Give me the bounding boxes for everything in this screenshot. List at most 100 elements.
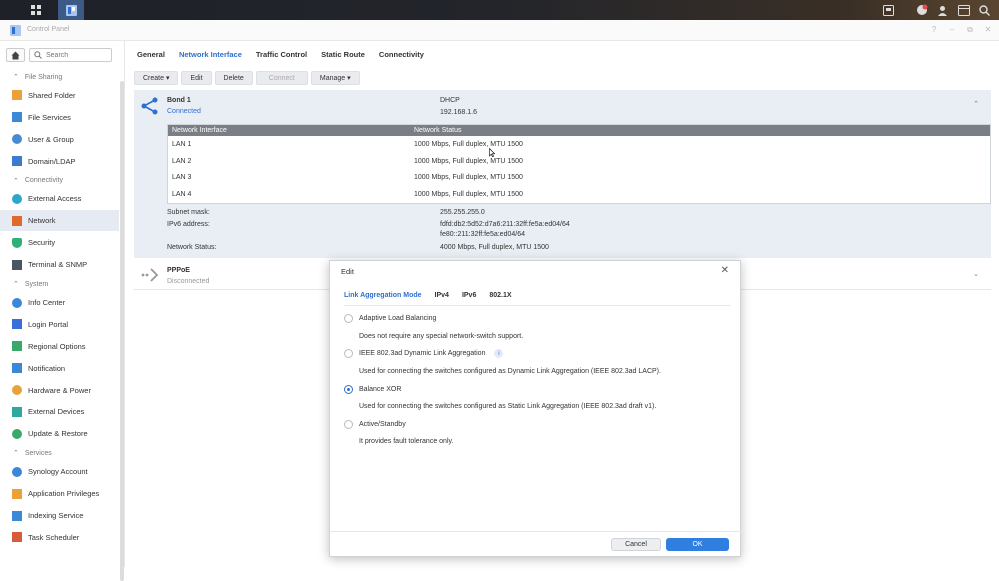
sidebar-item-hardware-power[interactable]: Hardware & Power — [0, 380, 119, 401]
table-row[interactable]: LAN 2 1000 Mbps, Full duplex, MTU 1500 — [168, 153, 990, 170]
radio-button[interactable] — [344, 420, 353, 429]
home-button[interactable] — [6, 48, 25, 62]
sidebar-item-regional-options[interactable]: Regional Options — [0, 336, 119, 357]
ipv6-value-link-local: fe80::211:32ff:fe5a:ed04/64 — [440, 231, 525, 238]
search-icon[interactable] — [976, 2, 993, 19]
tab-static-route[interactable]: Static Route — [321, 50, 365, 59]
column-header-interface: Network Interface — [172, 127, 227, 134]
sidebar-section-connectivity[interactable]: ⌃ Connectivity — [0, 174, 119, 188]
control-panel-taskbar-button[interactable] — [58, 0, 84, 20]
sidebar-item-file-services[interactable]: File Services — [0, 107, 119, 128]
create-button[interactable]: Create ▾ — [134, 71, 179, 85]
sidebar-item-synology-account[interactable]: Synology Account — [0, 461, 119, 482]
bond-ip-mode: DHCP — [440, 97, 460, 104]
login-portal-icon — [12, 319, 22, 330]
dialog-tab-bar: Link Aggregation Mode IPv4 IPv6 802.1X — [344, 292, 512, 299]
sidebar-section-system[interactable]: ⌃ System — [0, 277, 119, 291]
sidebar-list: ⌃ File Sharing Shared Folder File Service… — [0, 68, 119, 548]
tab-8021x[interactable]: 802.1X — [489, 292, 511, 299]
tab-general[interactable]: General — [137, 50, 165, 59]
help-icon[interactable]: ? — [929, 25, 939, 35]
shield-icon — [12, 237, 22, 248]
tab-bar: General Network Interface Traffic Contro… — [137, 50, 424, 59]
bond-interface-table: Network Interface Network Status LAN 1 10… — [167, 124, 991, 204]
option-adaptive-load-balancing[interactable]: Adaptive Load Balancing — [344, 314, 436, 323]
sidebar-item-network[interactable]: Network — [0, 210, 119, 232]
file-services-icon — [12, 112, 22, 123]
info-icon[interactable]: i — [494, 349, 504, 358]
sidebar-item-user-group[interactable]: User & Group — [0, 129, 119, 150]
pppoe-name: PPPoE — [167, 267, 190, 274]
tab-network-interface[interactable]: Network Interface — [179, 50, 242, 59]
option-description: Used for connecting the switches configu… — [359, 403, 657, 410]
tab-traffic-control[interactable]: Traffic Control — [256, 50, 307, 59]
chevron-up-icon: ⌃ — [13, 450, 19, 458]
sidebar-section-file-sharing[interactable]: ⌃ File Sharing — [0, 70, 119, 84]
sidebar-item-external-access[interactable]: External Access — [0, 188, 119, 209]
sidebar-scrollbar[interactable] — [120, 81, 124, 581]
sidebar-item-security[interactable]: Security — [0, 232, 119, 253]
radio-button[interactable] — [344, 349, 353, 358]
subnet-label: Subnet mask: — [167, 209, 210, 216]
sidebar-item-domain-ldap[interactable]: Domain/LDAP — [0, 151, 119, 172]
ok-button[interactable]: OK — [666, 538, 729, 551]
option-active-standby[interactable]: Active/Standby — [344, 420, 406, 429]
radio-button[interactable] — [344, 314, 353, 323]
connect-button[interactable]: Connect — [255, 71, 308, 85]
expand-chevron-icon[interactable]: ⌄ — [973, 270, 979, 278]
sidebar-item-indexing-service[interactable]: Indexing Service — [0, 505, 119, 526]
terminal-icon — [12, 259, 22, 270]
regional-options-icon — [12, 341, 22, 352]
taskbar-window-icon[interactable] — [955, 2, 972, 19]
window-title: Control Panel — [27, 26, 70, 33]
chevron-up-icon: ⌃ — [13, 177, 19, 185]
option-ieee-8023ad-dynamic[interactable]: IEEE 802.3ad Dynamic Link Aggregation i — [344, 349, 504, 358]
tab-link-aggregation-mode[interactable]: Link Aggregation Mode — [344, 292, 422, 299]
collapse-chevron-icon[interactable]: ⌃ — [973, 100, 979, 108]
sidebar-item-application-privileges[interactable]: Application Privileges — [0, 483, 119, 504]
option-balance-xor[interactable]: Balance XOR — [344, 385, 401, 394]
sidebar-item-task-scheduler[interactable]: Task Scheduler — [0, 527, 119, 548]
minimize-icon[interactable]: – — [947, 25, 957, 35]
sidebar-section-services[interactable]: ⌃ Services — [0, 446, 119, 460]
notification-icon[interactable] — [913, 2, 930, 19]
manage-button[interactable]: Manage ▾ — [310, 71, 360, 85]
sidebar-item-external-devices[interactable]: External Devices — [0, 401, 119, 422]
subnet-value: 255.255.255.0 — [440, 209, 485, 216]
edit-dialog: Edit ✕ Link Aggregation Mode IPv4 IPv6 8… — [329, 260, 742, 557]
window-titlebar: Control Panel ? – ⧉ ✕ — [0, 20, 999, 41]
close-icon[interactable]: ✕ — [983, 25, 993, 35]
search-field[interactable] — [29, 48, 112, 62]
taskbar-tray — [880, 0, 993, 20]
home-icon — [11, 51, 20, 59]
delete-button[interactable]: Delete — [214, 71, 253, 85]
sidebar-item-notification[interactable]: Notification — [0, 358, 119, 379]
update-icon — [12, 428, 22, 439]
edit-button[interactable]: Edit — [181, 71, 212, 85]
sidebar-item-info-center[interactable]: Info Center — [0, 292, 119, 313]
search-input[interactable] — [46, 51, 106, 59]
table-row[interactable]: LAN 4 1000 Mbps, Full duplex, MTU 1500 — [168, 186, 990, 203]
tab-ipv4[interactable]: IPv4 — [435, 292, 449, 299]
close-icon[interactable]: ✕ — [721, 265, 729, 276]
table-row[interactable]: LAN 3 1000 Mbps, Full duplex, MTU 1500 — [168, 169, 990, 186]
pppoe-status: Disconnected — [167, 278, 210, 285]
bond-ip-address: 192.168.1.6 — [440, 109, 477, 116]
network-icon — [12, 215, 22, 226]
table-row[interactable]: LAN 1 1000 Mbps, Full duplex, MTU 1500 — [168, 136, 990, 153]
main-menu-button[interactable] — [23, 0, 49, 20]
user-icon[interactable] — [934, 2, 951, 19]
widgets-icon[interactable] — [880, 2, 897, 19]
sidebar-item-shared-folder[interactable]: Shared Folder — [0, 85, 119, 106]
sidebar-item-terminal-snmp[interactable]: Terminal & SNMP — [0, 254, 119, 275]
cancel-button[interactable]: Cancel — [611, 538, 661, 551]
tab-connectivity[interactable]: Connectivity — [379, 50, 424, 59]
user-group-icon — [12, 134, 22, 145]
radio-button-checked[interactable] — [344, 385, 353, 394]
maximize-icon[interactable]: ⧉ — [965, 25, 975, 35]
tab-ipv6[interactable]: IPv6 — [462, 292, 476, 299]
bond-interface-panel[interactable]: Bond 1 Connected DHCP 192.168.1.6 ⌃ Netw… — [134, 90, 991, 258]
sidebar-item-update-restore[interactable]: Update & Restore — [0, 423, 119, 444]
pppoe-arrow-icon — [141, 268, 159, 282]
sidebar-item-login-portal[interactable]: Login Portal — [0, 314, 119, 335]
